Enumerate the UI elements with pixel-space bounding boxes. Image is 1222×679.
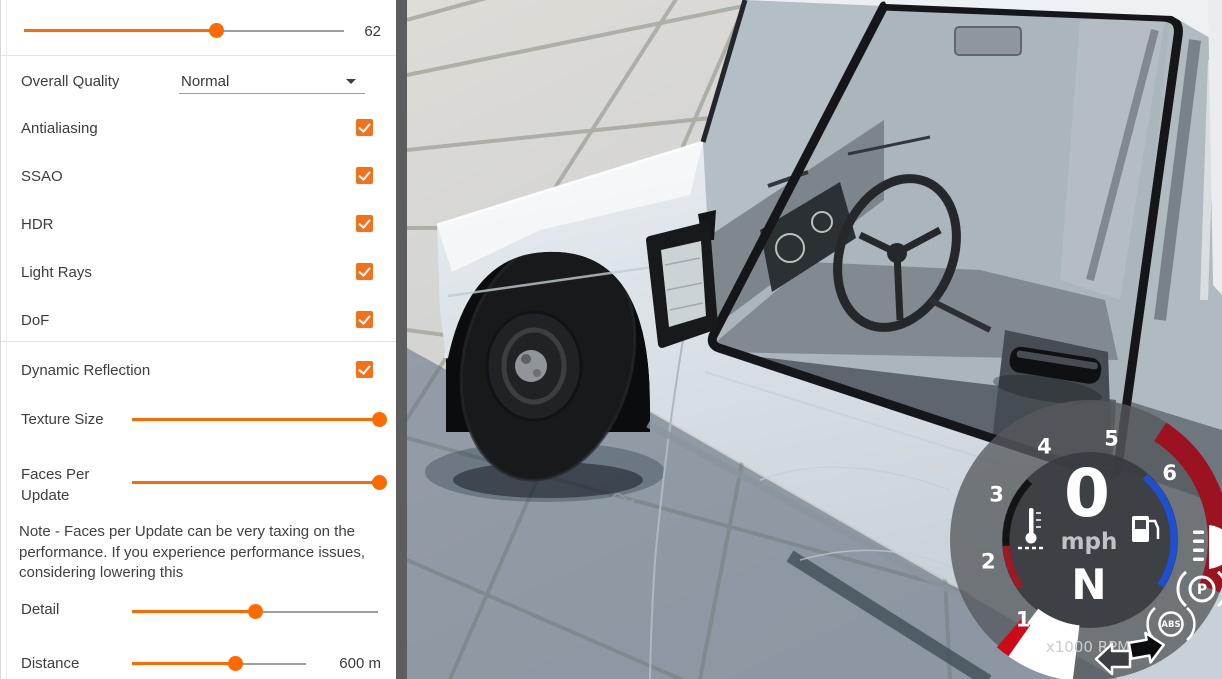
rpm-tick-5: 5 (1104, 426, 1119, 450)
hdr-checkbox[interactable] (356, 215, 373, 232)
texture-size-label: Texture Size (21, 411, 104, 428)
detail-label: Detail (21, 601, 60, 618)
chevron-down-icon[interactable] (346, 79, 356, 84)
faces-per-update-thumb[interactable] (372, 475, 387, 490)
ssao-label: SSAO (21, 168, 63, 185)
faces-per-update-slider[interactable] (132, 475, 387, 490)
faces-per-update-label: Faces Per Update (21, 466, 90, 504)
rearview-mirror (954, 26, 1022, 56)
detail-thumb[interactable] (248, 604, 263, 619)
dynamic-reflection-label: Dynamic Reflection (21, 362, 151, 379)
rpm-tick-4: 4 (1037, 435, 1052, 459)
rpm-tick-1: 1 (1016, 608, 1031, 632)
distance-slider[interactable] (132, 656, 306, 671)
gear-indicator: N (1071, 560, 1106, 609)
gauge-cluster: 0 mph N x1000 RPM 1234 56 P ABS (950, 400, 1222, 679)
texture-size-fill (132, 418, 379, 421)
wheel-hub (515, 350, 547, 382)
svg-text:ABS: ABS (1161, 620, 1180, 630)
dof-checkbox[interactable] (356, 311, 373, 328)
top-slider-thumb[interactable] (209, 23, 224, 38)
performance-note: Note - Faces per Update can be very taxi… (19, 523, 366, 582)
svg-text:P: P (1197, 582, 1207, 598)
distance-value: 600 m (339, 655, 381, 672)
antialiasing-checkbox[interactable] (356, 119, 373, 136)
speed-unit: mph (1061, 529, 1118, 555)
distance-thumb[interactable] (227, 656, 243, 671)
speed-value: 0 (1064, 455, 1110, 532)
rpm-tick-2: 2 (981, 550, 996, 574)
distance-label: Distance (21, 655, 80, 672)
top-slider-value: 62 (364, 23, 381, 40)
light-rays-checkbox[interactable] (356, 263, 373, 280)
overall-quality-label: Overall Quality (21, 73, 120, 90)
graphics-settings-panel: 62 Overall Quality Normal Antialiasing S… (0, 0, 397, 679)
texture-size-thumb[interactable] (372, 412, 387, 427)
texture-size-slider[interactable] (132, 412, 387, 427)
rpm-tick-3: 3 (989, 482, 1004, 506)
overall-quality-value[interactable]: Normal (181, 73, 229, 90)
hdr-label: HDR (21, 216, 54, 233)
faces-per-update-fill (132, 481, 379, 484)
dof-label: DoF (21, 312, 50, 329)
detail-fill (132, 610, 255, 613)
detail-slider[interactable] (132, 604, 378, 619)
antialiasing-label: Antialiasing (21, 120, 98, 137)
distance-fill (132, 662, 235, 665)
divider (1, 341, 397, 342)
panel-scene-separator (396, 0, 407, 679)
game-viewport[interactable]: 0 mph N x1000 RPM 123456 P ABS (407, 0, 1222, 679)
ssao-checkbox[interactable] (356, 167, 373, 184)
light-rays-label: Light Rays (21, 264, 92, 281)
panel-inner-rule (6, 0, 7, 679)
top-slider-fill (24, 29, 216, 32)
dynamic-reflection-checkbox[interactable] (356, 361, 373, 378)
rpm-tick-6: 6 (1162, 461, 1177, 485)
overall-quality-underline (179, 93, 365, 94)
beamng-settings-screen: 62 Overall Quality Normal Antialiasing S… (0, 0, 1222, 679)
top-slider[interactable] (24, 23, 344, 38)
divider (1, 55, 397, 56)
